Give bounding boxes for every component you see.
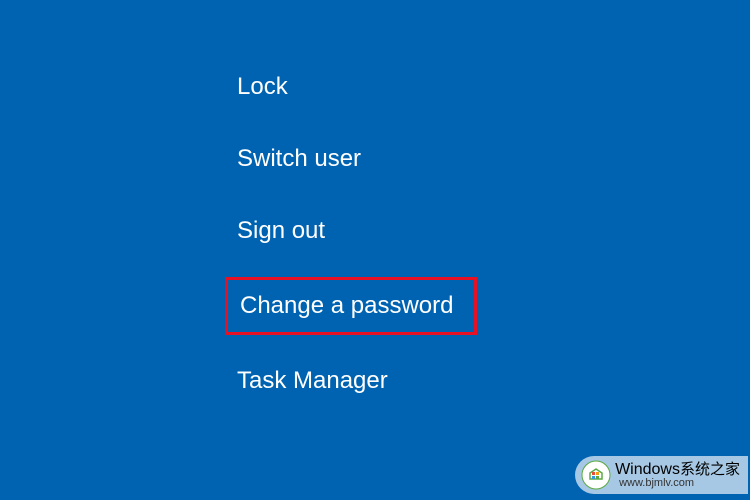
- menu-item-task-manager[interactable]: Task Manager: [225, 359, 400, 403]
- menu-item-switch-user[interactable]: Switch user: [225, 137, 373, 181]
- menu-item-lock[interactable]: Lock: [225, 65, 300, 109]
- menu-item-label: Sign out: [237, 217, 325, 244]
- watermark: Windows 系统之家 www.bjmlv.com: [575, 456, 748, 494]
- windows-logo-icon: [581, 460, 611, 490]
- menu-item-label: Lock: [237, 73, 288, 100]
- watermark-url: www.bjmlv.com: [619, 478, 740, 489]
- ctrl-alt-del-menu: Lock Switch user Sign out Change a passw…: [225, 65, 477, 431]
- menu-item-label: Task Manager: [237, 367, 388, 394]
- watermark-text: Windows 系统之家 www.bjmlv.com: [615, 462, 740, 489]
- menu-item-change-password[interactable]: Change a password: [225, 277, 477, 335]
- watermark-brand: Windows: [615, 462, 680, 478]
- watermark-brand-cn: 系统之家: [680, 462, 740, 477]
- menu-item-label: Change a password: [240, 292, 453, 319]
- menu-item-label: Switch user: [237, 145, 361, 172]
- menu-item-sign-out[interactable]: Sign out: [225, 209, 337, 253]
